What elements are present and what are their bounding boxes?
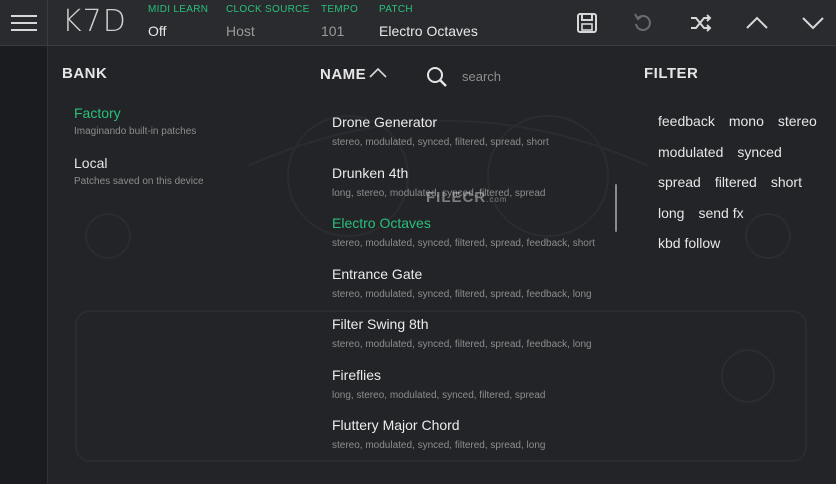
patch-tags: stereo, modulated, synced, filtered, spr… <box>332 238 595 249</box>
previous-patch-chevron-up-icon[interactable] <box>742 8 772 38</box>
watermark: FILECR.com <box>426 189 508 206</box>
patch-name: Filter Swing 8th <box>332 316 429 332</box>
filter-row: kbd follow <box>658 228 836 259</box>
patch-name: Entrance Gate <box>332 265 423 282</box>
search-input[interactable] <box>462 66 612 86</box>
filter-tag-short[interactable]: short <box>771 174 802 190</box>
patch-list: Drone Generator stereo, modulated, synce… <box>332 114 632 468</box>
filter-row: spread filtered short <box>658 167 836 198</box>
filter-tag-send-fx[interactable]: send fx <box>698 205 743 221</box>
patch-browser-panel: BANK Factory Imaginando built-in patches… <box>48 46 836 484</box>
filter-row: feedback mono stereo <box>658 106 836 137</box>
watermark-suffix: .com <box>486 195 508 204</box>
filter-tag-stereo[interactable]: stereo <box>778 113 817 129</box>
filter-tag-spread[interactable]: spread <box>658 174 701 190</box>
patch-field[interactable]: PATCH Electro Octaves <box>379 4 478 39</box>
side-gutter <box>0 46 48 484</box>
save-icon[interactable] <box>572 8 602 38</box>
midi-learn-value[interactable]: Off <box>148 23 208 39</box>
top-bar: K7D MIDI LEARN Off CLOCK SOURCE Host TEM… <box>0 0 836 46</box>
bank-item-desc: Imaginando built-in patches <box>74 126 197 137</box>
hamburger-menu-icon[interactable] <box>0 0 48 46</box>
filter-title: FILTER <box>644 65 699 82</box>
search-icon[interactable] <box>426 66 448 88</box>
patch-list-item[interactable]: Fluttery Major Chord stereo, modulated, … <box>332 417 632 468</box>
app-logo: K7D <box>62 4 127 39</box>
patch-list-scrollbar[interactable] <box>615 184 617 232</box>
patch-tags: stereo, modulated, synced, filtered, spr… <box>332 137 549 148</box>
midi-learn-field[interactable]: MIDI LEARN Off <box>148 4 208 39</box>
filter-tag-kbd-follow[interactable]: kbd follow <box>658 235 720 251</box>
sort-chevron-up-icon[interactable] <box>368 66 388 80</box>
bank-item-name: Factory <box>74 105 121 121</box>
bank-item-factory[interactable]: Factory Imaginando built-in patches <box>74 105 196 137</box>
patch-name: Drunken 4th <box>332 164 409 181</box>
patch-list-item[interactable]: Fireflies long, stereo, modulated, synce… <box>332 367 632 418</box>
clock-source-field[interactable]: CLOCK SOURCE Host <box>226 4 310 39</box>
patch-value[interactable]: Electro Octaves <box>379 23 478 39</box>
name-column-title: NAME <box>320 66 367 83</box>
patch-name: Fluttery Major Chord <box>332 417 460 433</box>
midi-learn-label: MIDI LEARN <box>148 4 209 15</box>
watermark-text: FILECR <box>426 189 487 206</box>
shuffle-icon[interactable] <box>686 8 716 38</box>
clock-source-value[interactable]: Host <box>226 23 310 39</box>
patch-tags: long, stereo, modulated, synced, filtere… <box>332 389 546 401</box>
tempo-value[interactable]: 101 <box>321 23 358 39</box>
patch-name: Drone Generator <box>332 114 438 130</box>
next-patch-chevron-down-icon[interactable] <box>798 8 828 38</box>
filter-tag-filtered[interactable]: filtered <box>715 174 757 190</box>
undo-icon[interactable] <box>628 8 658 38</box>
patch-list-item[interactable]: Drone Generator stereo, modulated, synce… <box>332 114 632 165</box>
patch-list-item-selected[interactable]: Electro Octaves stereo, modulated, synce… <box>332 215 632 266</box>
tempo-label: TEMPO <box>321 4 359 15</box>
patch-list-item[interactable]: Entrance Gate stereo, modulated, synced,… <box>332 266 632 317</box>
patch-tags: stereo, modulated, synced, filtered, spr… <box>332 339 592 350</box>
filter-tag-mono[interactable]: mono <box>729 113 764 129</box>
filter-tag-cloud: feedback mono stereo modulated synced sp… <box>658 106 836 259</box>
patch-tags: stereo, modulated, synced, filtered, spr… <box>332 440 546 451</box>
bank-item-desc: Patches saved on this device <box>74 176 204 187</box>
patch-tags: stereo, modulated, synced, filtered, spr… <box>332 288 592 300</box>
patch-name: Fireflies <box>332 366 382 383</box>
filter-tag-long[interactable]: long <box>658 205 684 221</box>
filter-tag-modulated[interactable]: modulated <box>658 144 723 160</box>
filter-row: long send fx <box>658 198 836 229</box>
tempo-field[interactable]: TEMPO 101 <box>321 4 358 39</box>
patch-name: Electro Octaves <box>332 215 431 231</box>
bank-item-local[interactable]: Local Patches saved on this device <box>74 155 204 187</box>
filter-tag-feedback[interactable]: feedback <box>658 113 715 129</box>
clock-source-label: CLOCK SOURCE <box>226 4 310 15</box>
patch-label: PATCH <box>379 4 413 15</box>
bank-item-name: Local <box>74 155 108 171</box>
filter-row: modulated synced <box>658 137 836 168</box>
filter-tag-synced[interactable]: synced <box>737 144 781 160</box>
patch-list-item[interactable]: Filter Swing 8th stereo, modulated, sync… <box>332 316 632 367</box>
bank-title: BANK <box>62 65 108 82</box>
